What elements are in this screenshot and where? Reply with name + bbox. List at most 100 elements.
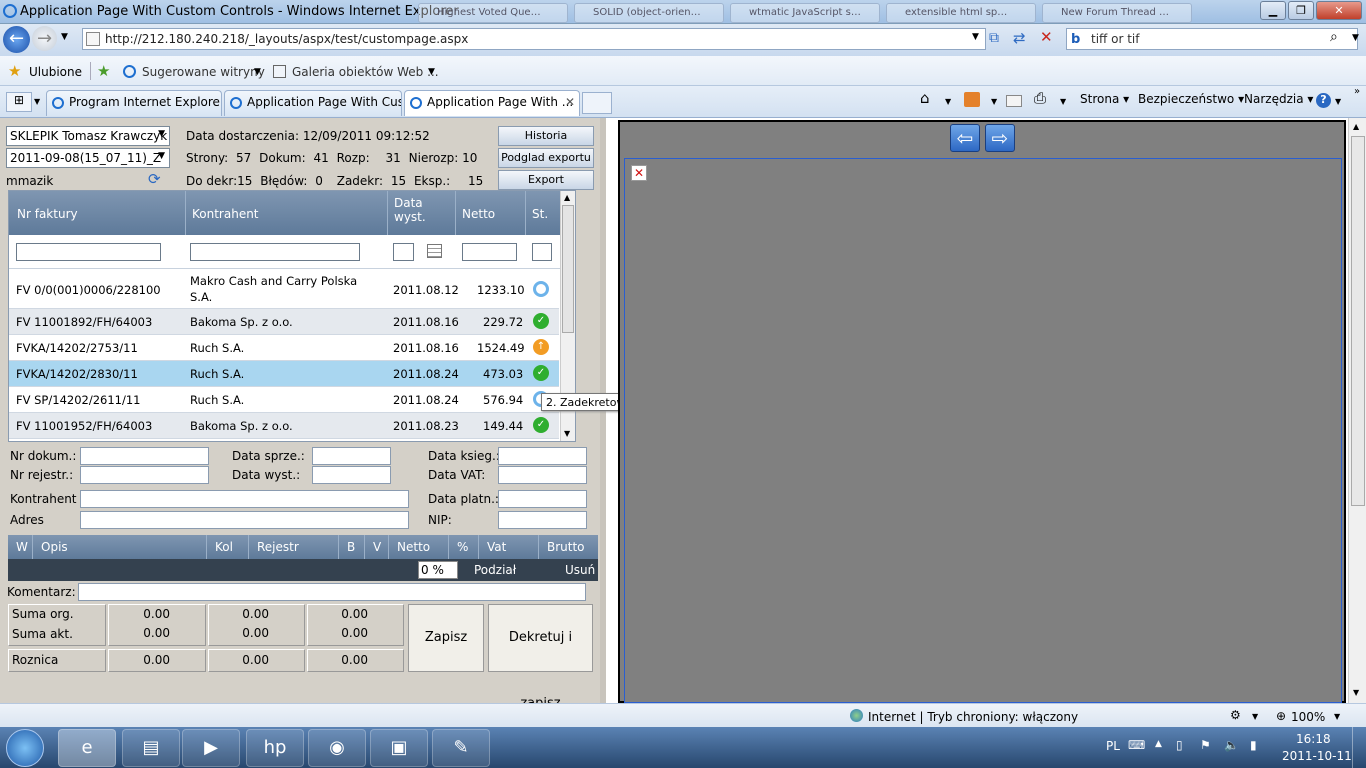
- nr-dokum-field[interactable]: [80, 447, 209, 465]
- table-row[interactable]: FVKA/14202/2753/11 Ruch S.A. 2011.08.16 …: [9, 335, 559, 361]
- remote-desktop-taskbar-button[interactable]: ▣: [370, 729, 428, 767]
- forward-button[interactable]: →: [32, 26, 57, 51]
- back-button[interactable]: ←: [3, 26, 30, 53]
- compatibility-icon[interactable]: ⧉: [989, 30, 999, 46]
- col-b[interactable]: B: [338, 535, 363, 559]
- maximize-button[interactable]: ❐: [1288, 1, 1314, 20]
- col-vat[interactable]: Vat: [478, 535, 514, 559]
- refresh-icon[interactable]: ⟳: [148, 170, 161, 188]
- minimize-button[interactable]: ▁: [1260, 1, 1286, 20]
- search-icon[interactable]: ⌕: [1330, 29, 1338, 45]
- previous-page-button[interactable]: ⇦: [950, 124, 980, 152]
- scroll-down-icon[interactable]: ▼: [564, 429, 570, 438]
- power-icon[interactable]: ▮: [1250, 738, 1257, 752]
- search-dropdown-icon[interactable]: ▼: [1352, 33, 1359, 43]
- expand-toolbar-icon[interactable]: »: [1354, 86, 1360, 97]
- new-tab-button[interactable]: [582, 92, 612, 114]
- ie-taskbar-button[interactable]: e: [58, 729, 116, 767]
- add-favorite-icon[interactable]: ★: [97, 62, 110, 80]
- scroll-thumb[interactable]: [1351, 136, 1365, 506]
- paint-taskbar-button[interactable]: ✎: [432, 729, 490, 767]
- col-rejestr[interactable]: Rejestr: [248, 535, 307, 559]
- chevron-down-icon[interactable]: ▼: [1060, 97, 1066, 106]
- data-sprze-field[interactable]: [312, 447, 391, 465]
- scroll-thumb[interactable]: [562, 205, 574, 333]
- language-indicator[interactable]: PL: [1106, 739, 1120, 753]
- chevron-down-icon[interactable]: ▼: [428, 67, 435, 77]
- filter-nr-faktury[interactable]: [16, 243, 161, 261]
- filter-data-wyst[interactable]: [393, 243, 414, 261]
- split-button[interactable]: Podział: [474, 563, 516, 577]
- col-w[interactable]: W: [16, 540, 28, 554]
- history-dropdown-icon[interactable]: ▼: [61, 32, 68, 42]
- calendar-icon[interactable]: [427, 244, 442, 258]
- address-dropdown-icon[interactable]: ▼: [972, 32, 979, 42]
- col-v[interactable]: V: [364, 535, 389, 559]
- settings-icon[interactable]: ⚙: [1230, 708, 1241, 722]
- delete-button[interactable]: Usuń: [565, 563, 595, 577]
- chevron-down-icon[interactable]: ▼: [1334, 712, 1340, 721]
- adres-field[interactable]: [80, 511, 409, 529]
- col-netto[interactable]: Netto: [455, 191, 501, 235]
- page-menu[interactable]: Strona ▾: [1080, 92, 1129, 106]
- table-row[interactable]: FV 11001892/FH/64003 Bakoma Sp. z o.o. 2…: [9, 309, 559, 335]
- close-tab-icon[interactable]: ✕: [565, 95, 575, 109]
- web-slice-gallery-link[interactable]: Galeria obiektów Web ...: [292, 65, 439, 79]
- percent-input[interactable]: 0 %: [418, 561, 458, 579]
- firefox-taskbar-button[interactable]: ◉: [308, 729, 366, 767]
- suggested-sites-link[interactable]: Sugerowane witryny: [142, 65, 265, 79]
- close-window-button[interactable]: ✕: [1316, 1, 1362, 20]
- chevron-down-icon[interactable]: ▼: [1252, 712, 1258, 721]
- safety-menu[interactable]: Bezpieczeństwo ▾: [1138, 92, 1244, 106]
- show-hidden-icons[interactable]: ▲: [1155, 739, 1162, 749]
- network-icon[interactable]: ▯: [1176, 738, 1183, 752]
- zone-text[interactable]: Internet | Tryb chroniony: włączony: [868, 710, 1078, 724]
- comment-field[interactable]: [78, 583, 586, 601]
- volume-icon[interactable]: 🔈: [1224, 738, 1239, 752]
- media-player-taskbar-button[interactable]: ▶: [182, 729, 240, 767]
- zoom-level[interactable]: 100%: [1291, 710, 1325, 724]
- next-page-button[interactable]: ⇨: [985, 124, 1015, 152]
- filter-kontrahent[interactable]: [190, 243, 360, 261]
- tools-menu[interactable]: Narzędzia ▾: [1244, 92, 1313, 106]
- scroll-down-icon[interactable]: ▼: [1353, 688, 1359, 697]
- data-ksieg-field[interactable]: [498, 447, 587, 465]
- scroll-up-icon[interactable]: ▲: [1353, 122, 1359, 131]
- nr-rejestr-field[interactable]: [80, 466, 209, 484]
- quick-tabs-icon[interactable]: ⊞: [6, 92, 32, 112]
- export-preview-button[interactable]: Podglad exportu: [498, 148, 594, 168]
- col-netto[interactable]: Netto: [388, 535, 438, 559]
- stop-icon[interactable]: ✕: [1040, 28, 1053, 46]
- batch-select[interactable]: 2011-09-08(15_07_11)_Z ▼: [6, 148, 170, 168]
- table-row-selected[interactable]: FVKA/14202/2830/11 Ruch S.A. 2011.08.24 …: [9, 361, 559, 387]
- keyboard-icon[interactable]: ⌨: [1128, 738, 1145, 752]
- data-wyst-field[interactable]: [312, 466, 391, 484]
- refresh-icon[interactable]: ⇄: [1013, 29, 1026, 47]
- chevron-down-icon[interactable]: ▼: [945, 97, 951, 106]
- bg-window-5[interactable]: New Forum Thread …: [1042, 3, 1192, 23]
- feeds-icon[interactable]: [964, 92, 980, 107]
- bg-window-1[interactable]: Highest Voted Que…: [418, 3, 568, 23]
- tab-ie-home[interactable]: Program Internet Explorer ...: [46, 90, 222, 116]
- filter-netto[interactable]: [462, 243, 517, 261]
- chevron-down-icon[interactable]: ▼: [991, 97, 997, 106]
- clock-date[interactable]: 2011-10-11: [1282, 749, 1352, 763]
- tab-app-page-active[interactable]: Application Page With ... ✕: [404, 90, 580, 116]
- col-data-wyst[interactable]: Data wyst.: [387, 191, 455, 235]
- action-center-icon[interactable]: ⚑: [1200, 738, 1211, 752]
- show-desktop-button[interactable]: [1352, 727, 1366, 768]
- table-row[interactable]: FV 11001952/FH/64003 Bakoma Sp. z o.o. 2…: [9, 413, 559, 439]
- filter-status[interactable]: [532, 243, 552, 261]
- col-opis[interactable]: Opis: [32, 535, 76, 559]
- page-scrollbar[interactable]: ▲ ▼: [1348, 118, 1366, 703]
- hp-taskbar-button[interactable]: hp: [246, 729, 304, 767]
- favorites-button[interactable]: Ulubione: [29, 65, 82, 79]
- bg-window-4[interactable]: extensible html sp…: [886, 3, 1036, 23]
- col-brutto[interactable]: Brutto: [538, 535, 593, 559]
- col-nr-faktury[interactable]: Nr faktury: [11, 202, 84, 226]
- shop-select[interactable]: SKLEPIK Tomasz Krawczyk ▼: [6, 126, 170, 146]
- kontrahent-field[interactable]: [80, 490, 409, 508]
- tab-app-page-1[interactable]: Application Page With Cus...: [224, 90, 402, 116]
- decree-and-save-button[interactable]: Dekretuj i zapisz: [488, 604, 593, 711]
- table-row[interactable]: FV 0/0(001)0006/228100 Makro Cash and Ca…: [9, 269, 559, 309]
